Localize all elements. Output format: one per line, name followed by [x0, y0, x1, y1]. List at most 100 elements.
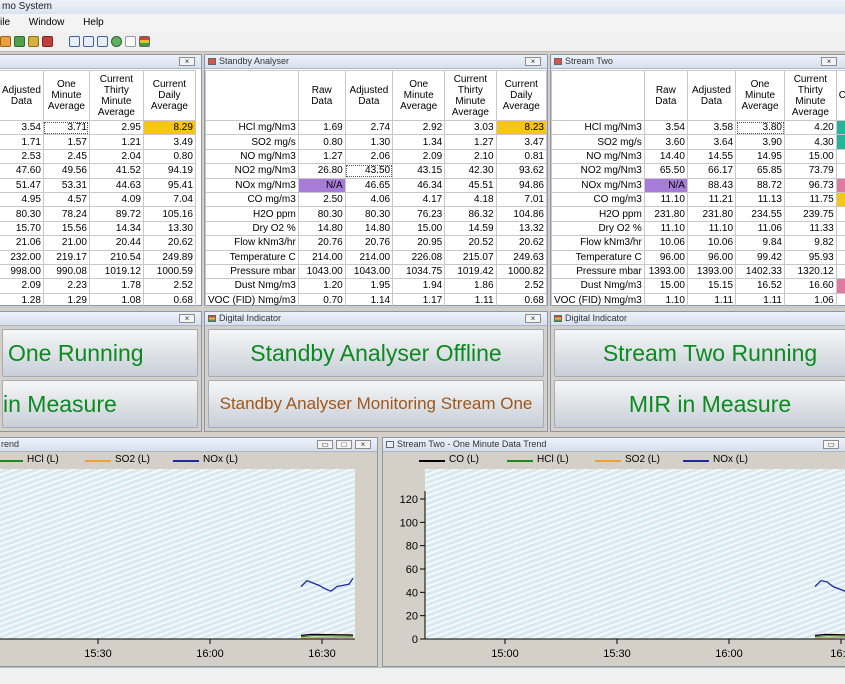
- cell: [835, 278, 845, 294]
- cell: 15.15: [686, 278, 737, 294]
- cell: 47.60: [0, 163, 44, 179]
- table-row: 2.09 2.23 1.78 2.52: [0, 278, 196, 294]
- cell: 1.29: [42, 292, 90, 309]
- table-row: Pressure mbar 1393.00 1393.00 1402.33 1320.1…: [551, 263, 845, 280]
- cell: 1.11: [444, 292, 497, 309]
- row-label: SO2 mg/s: [551, 134, 645, 150]
- cell: 15.00: [643, 278, 688, 294]
- window-titlebar: ×: [0, 55, 201, 69]
- cell: 20.76: [297, 235, 346, 251]
- table-row: SO2 mg/s 3.60 3.64 3.90 4.30: [551, 134, 845, 150]
- table-row: Flow kNm3/hr 10.06 10.06 9.84 9.82: [551, 235, 845, 251]
- indicator-icon: [208, 315, 216, 322]
- close-button[interactable]: ×: [179, 314, 195, 323]
- column-header: Current Thirty Minute Average: [88, 70, 144, 121]
- export-icon[interactable]: [42, 36, 53, 47]
- column-header: One Minute Average: [392, 70, 446, 121]
- chart-icon[interactable]: [83, 36, 94, 47]
- cell: 96.00: [643, 249, 688, 265]
- window-icon[interactable]: [69, 36, 80, 47]
- cell: 2.23: [42, 278, 90, 294]
- cell: 1.11: [686, 292, 737, 309]
- window-icon: [554, 58, 562, 65]
- arrow-icon[interactable]: [0, 36, 11, 47]
- cell: 1.08: [88, 292, 144, 309]
- window-title: Digital Indicator: [565, 313, 628, 323]
- cell: 1.57: [42, 134, 90, 150]
- row-label: VOC (FID) Nmg/m3: [205, 292, 299, 309]
- y-tick-label: 100: [400, 517, 418, 529]
- cell: 4.20: [784, 119, 837, 136]
- cell: 1019.42: [444, 263, 497, 280]
- cell: 21.06: [0, 235, 44, 251]
- settings-icon[interactable]: [111, 36, 122, 47]
- menu-file[interactable]: ile: [0, 17, 10, 28]
- digital-indicator-stream-one: × One Running in Measure: [0, 311, 202, 432]
- x-tick-label: 15:00: [491, 648, 519, 660]
- window-titlebar: Digital Indicator: [551, 312, 845, 326]
- close-button[interactable]: ×: [525, 57, 541, 66]
- column-header: Current Thirty Minute Average: [784, 70, 837, 121]
- menu-window[interactable]: Window: [29, 17, 65, 28]
- row-label: Dust Nmg/m3: [551, 278, 645, 294]
- cell: 20.52: [444, 235, 497, 251]
- cell: 11.10: [643, 220, 688, 237]
- column-header: One Minute Average: [42, 70, 90, 121]
- hcl-series-line: [300, 634, 354, 638]
- cell: 226.08: [392, 249, 446, 265]
- cell: 3.80: [735, 119, 785, 136]
- user-icon[interactable]: [28, 36, 39, 47]
- cell: [835, 220, 845, 237]
- cell: 11.75: [784, 191, 837, 208]
- cell: 2.52: [495, 278, 548, 294]
- row-label: SO2 mg/s: [205, 134, 299, 150]
- so2-series-line: [300, 636, 354, 639]
- cell: 11.06: [735, 220, 785, 237]
- cell: 3.54: [643, 119, 688, 136]
- close-button[interactable]: ×: [821, 57, 837, 66]
- close-button[interactable]: ×: [179, 57, 195, 66]
- cell: 93.62: [495, 163, 548, 179]
- table-row: 47.60 49.56 41.52 94.19: [0, 163, 196, 179]
- table-row: VOC (FID) Nmg/m3 0.70 1.14 1.17 1.11 0.68: [205, 292, 548, 309]
- row-label: Temperature C: [551, 249, 645, 265]
- table-row: 51.47 53.31 44.63 95.41: [0, 177, 196, 193]
- table-row: CO mg/m3 11.10 11.21 11.13 11.75: [551, 191, 845, 208]
- table-row: Temperature C 214.00 214.00 226.08 215.07 249…: [205, 249, 548, 265]
- cell: [835, 119, 845, 136]
- cell: 95.41: [142, 177, 196, 193]
- cell: 1.27: [444, 134, 497, 150]
- cell: 3.49: [142, 134, 196, 150]
- cell: 0.70: [297, 292, 346, 309]
- row-label: Dry O2 %: [205, 220, 299, 237]
- cell: 80.30: [344, 206, 394, 222]
- window-titlebar: Stream Two ×: [551, 55, 845, 69]
- table-row: NO mg/Nm3 1.27 2.06 2.09 2.10 0.81: [205, 148, 548, 165]
- indicator-icon[interactable]: [139, 36, 150, 47]
- cell: 4.09: [88, 191, 144, 208]
- cell: 96.73: [784, 177, 837, 193]
- standby-analyser-window: Standby Analyser × Raw Data Adjusted Data…: [204, 54, 548, 309]
- cell: 0.80: [142, 148, 196, 165]
- column-header: Current Daily Average: [142, 70, 196, 121]
- menu-help[interactable]: Help: [83, 17, 104, 28]
- close-button[interactable]: ×: [525, 314, 541, 323]
- cell: 41.52: [88, 163, 144, 179]
- document-icon[interactable]: [125, 36, 136, 47]
- bar-chart-icon[interactable]: [97, 36, 108, 47]
- column-header: Adjusted Data: [0, 70, 44, 121]
- cell: 26.80: [297, 163, 346, 179]
- stream-two-table: Raw Data Adjusted Data One Minute Average C…: [551, 70, 845, 309]
- stream-one-data-window: × Adjusted Data One Minute Average Current…: [0, 54, 202, 309]
- y-tick-label: 20: [406, 611, 418, 623]
- trend-window-left: rend ▭ □ × HCl (L) SO2 (L) NOx (L) 15:30 16…: [0, 437, 378, 667]
- column-header: Adjusted Data: [686, 70, 737, 121]
- y-tick-label: 80: [406, 541, 418, 553]
- window-icon: [208, 58, 216, 65]
- stream-two-window: Stream Two × Raw Data Adjusted Data One Mi…: [550, 54, 845, 309]
- cell: 20.62: [495, 235, 548, 251]
- cell: 1000.82: [495, 263, 548, 280]
- cell: 1000.59: [142, 263, 196, 280]
- cell: 14.59: [444, 220, 497, 237]
- users-icon[interactable]: [14, 36, 25, 47]
